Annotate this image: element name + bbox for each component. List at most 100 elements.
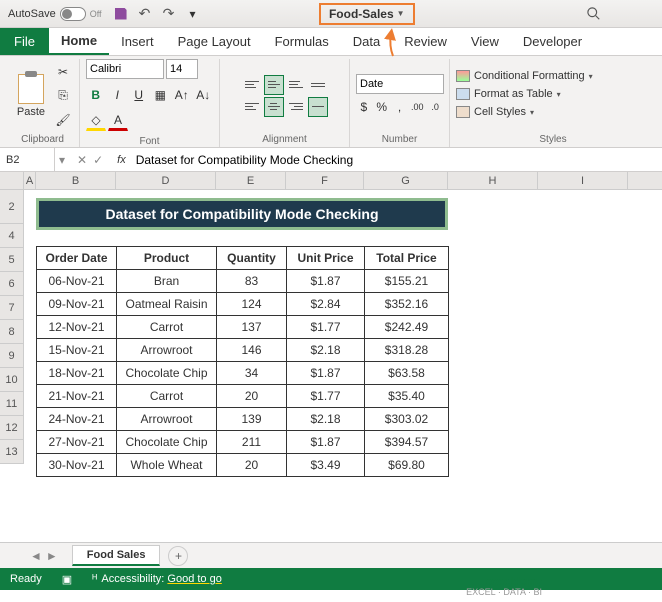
th-product[interactable]: Product	[117, 247, 217, 270]
align-left-button[interactable]	[242, 97, 262, 117]
table-cell[interactable]: $2.84	[287, 293, 365, 316]
table-cell[interactable]: 09-Nov-21	[37, 293, 117, 316]
cancel-formula-icon[interactable]: ✕	[77, 153, 87, 167]
table-cell[interactable]: $303.02	[365, 408, 449, 431]
col-header[interactable]: D	[116, 172, 216, 189]
italic-button[interactable]: I	[108, 85, 128, 105]
table-cell[interactable]: 124	[217, 293, 287, 316]
table-cell[interactable]: $2.18	[287, 408, 365, 431]
table-cell[interactable]: $3.49	[287, 454, 365, 477]
tab-data[interactable]: Data	[341, 28, 392, 55]
enter-formula-icon[interactable]: ✓	[93, 153, 103, 167]
file-tab[interactable]: File	[0, 28, 49, 55]
table-cell[interactable]: $1.77	[287, 385, 365, 408]
save-icon[interactable]	[114, 7, 128, 21]
accessibility-status[interactable]: ᴴ Accessibility: Good to go	[92, 573, 222, 585]
col-header[interactable]: A	[24, 172, 36, 189]
table-cell[interactable]: $1.87	[287, 431, 365, 454]
toggle-switch[interactable]	[60, 7, 86, 21]
align-bottom-button[interactable]	[286, 75, 306, 95]
font-color-button[interactable]: A	[108, 111, 128, 131]
col-header[interactable]: I	[538, 172, 628, 189]
table-cell[interactable]: Arrowroot	[117, 408, 217, 431]
table-cell[interactable]: $1.87	[287, 270, 365, 293]
number-format-select[interactable]	[356, 74, 444, 94]
th-unit-price[interactable]: Unit Price	[287, 247, 365, 270]
tab-developer[interactable]: Developer	[511, 28, 594, 55]
fill-color-button[interactable]: ◇	[86, 111, 106, 131]
table-cell[interactable]: Chocolate Chip	[117, 431, 217, 454]
row-header[interactable]: 2	[0, 190, 24, 224]
table-cell[interactable]: Oatmeal Raisin	[117, 293, 217, 316]
table-cell[interactable]: $1.87	[287, 362, 365, 385]
underline-button[interactable]: U	[129, 85, 149, 105]
increase-font-button[interactable]: A↑	[172, 85, 192, 105]
filename-dropdown[interactable]: Food-Sales ▼	[319, 3, 415, 25]
autosave-toggle[interactable]: AutoSave Off	[8, 7, 102, 21]
table-cell[interactable]: 34	[217, 362, 287, 385]
conditional-formatting-button[interactable]: Conditional Formatting▾	[456, 70, 593, 82]
new-sheet-button[interactable]: +	[168, 546, 188, 566]
table-cell[interactable]: 137	[217, 316, 287, 339]
table-cell[interactable]: 20	[217, 454, 287, 477]
redo-icon[interactable]: ↷	[162, 7, 176, 21]
table-cell[interactable]: Carrot	[117, 316, 217, 339]
row-header[interactable]: 7	[0, 296, 24, 320]
paste-button[interactable]: Paste	[12, 74, 50, 118]
cell-styles-button[interactable]: Cell Styles▾	[456, 106, 534, 118]
font-size-select[interactable]	[166, 59, 198, 79]
copy-icon[interactable]: ⎘	[53, 86, 73, 106]
table-cell[interactable]: Carrot	[117, 385, 217, 408]
table-cell[interactable]: 12-Nov-21	[37, 316, 117, 339]
col-header[interactable]: H	[448, 172, 538, 189]
row-header[interactable]: 10	[0, 368, 24, 392]
format-as-table-button[interactable]: Format as Table▾	[456, 88, 561, 100]
row-header[interactable]: 4	[0, 224, 24, 248]
table-cell[interactable]: 211	[217, 431, 287, 454]
table-cell[interactable]: 146	[217, 339, 287, 362]
tab-view[interactable]: View	[459, 28, 511, 55]
th-quantity[interactable]: Quantity	[217, 247, 287, 270]
fx-icon[interactable]: fx	[111, 154, 132, 166]
table-cell[interactable]: $35.40	[365, 385, 449, 408]
row-header[interactable]: 13	[0, 440, 24, 464]
align-middle-button[interactable]	[264, 75, 284, 95]
sheet-tab-active[interactable]: Food Sales	[72, 545, 161, 566]
row-header[interactable]: 8	[0, 320, 24, 344]
table-cell[interactable]: $63.58	[365, 362, 449, 385]
next-sheet-icon[interactable]: ►	[46, 549, 58, 563]
select-all-corner[interactable]	[0, 172, 24, 189]
table-cell[interactable]: 21-Nov-21	[37, 385, 117, 408]
decrease-decimal-button[interactable]: .0	[427, 97, 443, 117]
table-cell[interactable]: 139	[217, 408, 287, 431]
name-box[interactable]: B2	[0, 148, 55, 171]
table-cell[interactable]: $318.28	[365, 339, 449, 362]
row-header[interactable]: 6	[0, 272, 24, 296]
table-cell[interactable]: 24-Nov-21	[37, 408, 117, 431]
format-painter-icon[interactable]: 🖌	[53, 110, 73, 130]
th-total-price[interactable]: Total Price	[365, 247, 449, 270]
table-cell[interactable]: Chocolate Chip	[117, 362, 217, 385]
th-order-date[interactable]: Order Date	[37, 247, 117, 270]
border-button[interactable]: ▦	[151, 85, 171, 105]
merge-button[interactable]	[308, 97, 328, 117]
align-right-button[interactable]	[286, 97, 306, 117]
tab-home[interactable]: Home	[49, 28, 109, 55]
table-cell[interactable]: $1.77	[287, 316, 365, 339]
currency-button[interactable]: $	[356, 97, 372, 117]
col-header[interactable]: B	[36, 172, 116, 189]
table-cell[interactable]: $155.21	[365, 270, 449, 293]
prev-sheet-icon[interactable]: ◄	[30, 549, 42, 563]
align-center-button[interactable]	[264, 97, 284, 117]
table-cell[interactable]: 20	[217, 385, 287, 408]
table-cell[interactable]: Arrowroot	[117, 339, 217, 362]
table-cell[interactable]: 83	[217, 270, 287, 293]
font-name-select[interactable]	[86, 59, 164, 79]
table-cell[interactable]: Bran	[117, 270, 217, 293]
row-header[interactable]: 12	[0, 416, 24, 440]
cut-icon[interactable]: ✂	[53, 62, 73, 82]
worksheet[interactable]: A B D E F G H I 2 4 5 6 7 8 9 10 11 12 1…	[0, 172, 662, 542]
increase-decimal-button[interactable]: .00	[409, 97, 425, 117]
table-cell[interactable]: $242.49	[365, 316, 449, 339]
table-cell[interactable]: 06-Nov-21	[37, 270, 117, 293]
